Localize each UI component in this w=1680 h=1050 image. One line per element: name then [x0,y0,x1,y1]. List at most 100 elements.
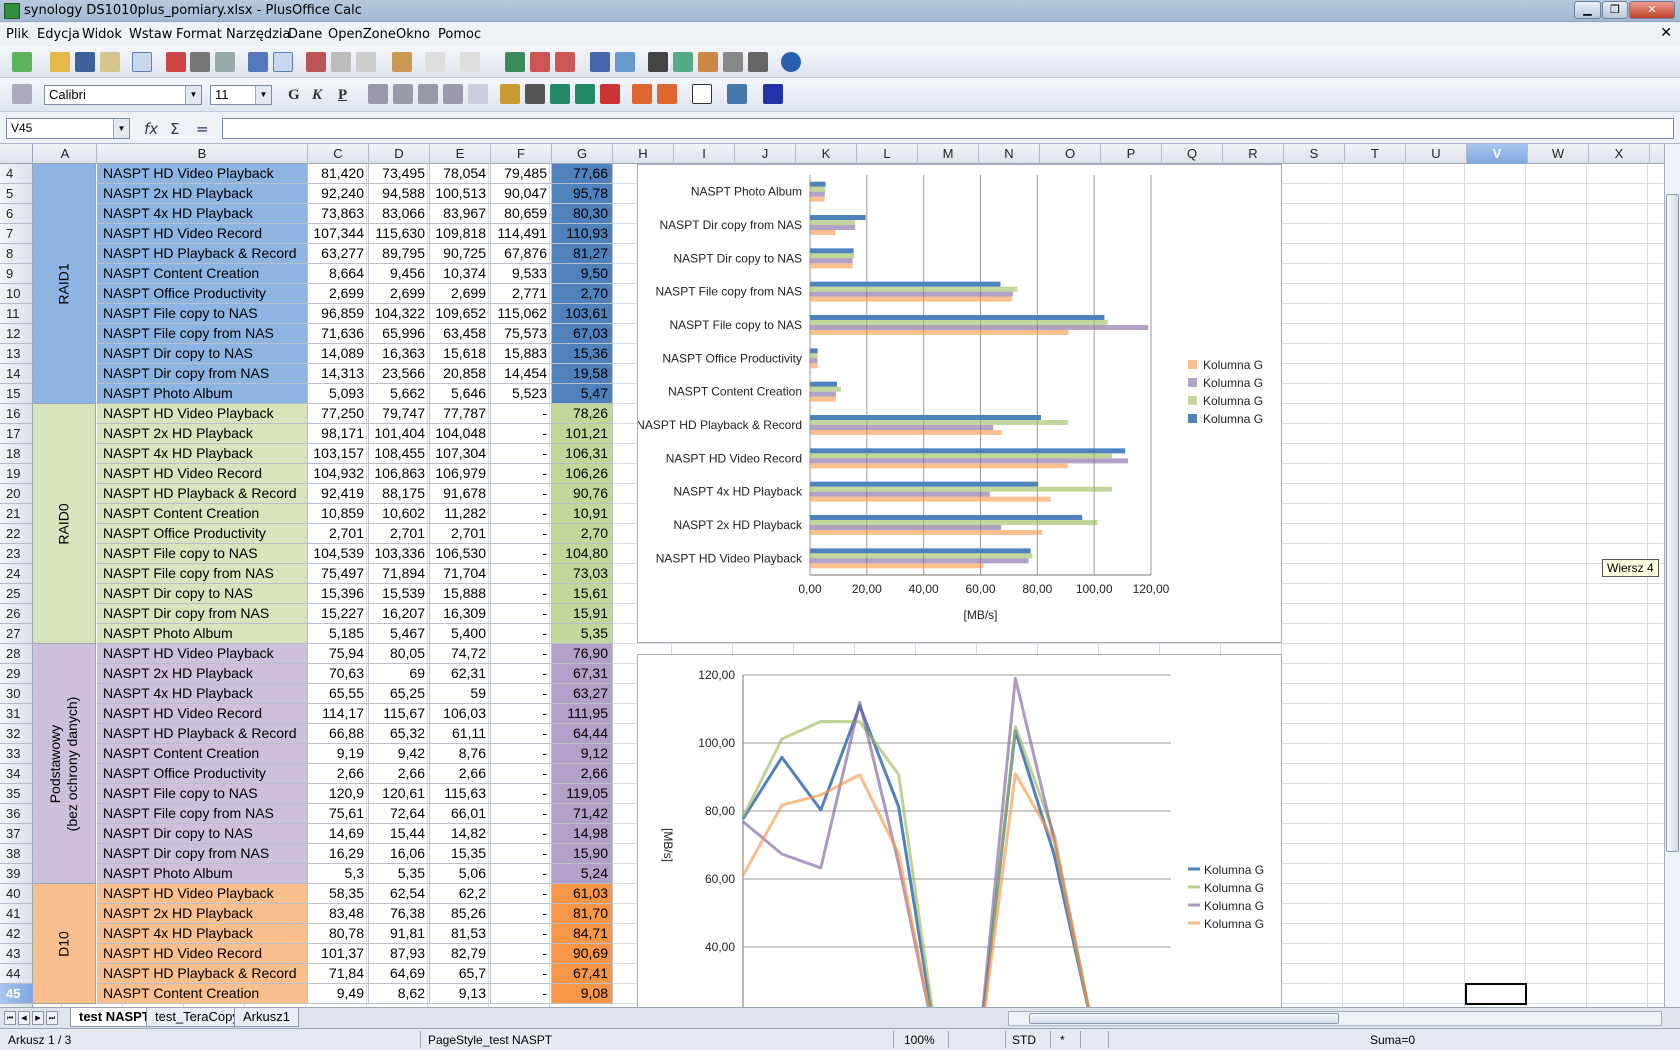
format-paintbrush-icon[interactable] [392,52,412,72]
table-cell[interactable]: 64,44 [552,724,613,744]
table-cell[interactable]: 90,047 [491,184,552,204]
table-cell[interactable]: 71,636 [308,324,369,344]
group-cell[interactable]: RAID1 [33,164,96,404]
row-header[interactable]: 14 [0,364,33,384]
align-center-icon[interactable] [393,84,413,104]
group-cell[interactable]: D10 [33,884,96,1004]
row-header[interactable]: 24 [0,564,33,584]
table-cell[interactable]: 23,566 [369,364,430,384]
table-cell[interactable]: 15,36 [552,344,613,364]
table-cell[interactable]: 81,27 [552,244,613,264]
column-header-v[interactable]: V [1467,144,1528,164]
table-cell[interactable]: 81,53 [430,924,491,944]
table-cell[interactable]: 9,456 [369,264,430,284]
table-cell[interactable]: - [491,524,552,544]
table-cell[interactable]: 104,048 [430,424,491,444]
table-cell[interactable]: 8,664 [308,264,369,284]
row-header[interactable]: 41 [0,904,33,924]
table-cell[interactable]: 64,69 [369,964,430,984]
table-cell[interactable]: 16,29 [308,844,369,864]
formula-icon[interactable]: = [196,120,209,138]
table-cell[interactable]: 15,35 [430,844,491,864]
hyperlink-icon[interactable] [505,52,525,72]
table-cell[interactable]: 5,185 [308,624,369,644]
row-header[interactable]: 11 [0,304,33,324]
column-header-j[interactable]: J [735,144,796,164]
table-cell[interactable]: 71,704 [430,564,491,584]
row-header[interactable]: 29 [0,664,33,684]
table-cell[interactable]: 5,35 [369,864,430,884]
row-header[interactable]: 39 [0,864,33,884]
table-cell[interactable]: 73,863 [308,204,369,224]
table-cell[interactable]: 14,089 [308,344,369,364]
row-header[interactable]: 13 [0,344,33,364]
table-cell[interactable]: 106,26 [552,464,613,484]
table-cell[interactable]: - [491,544,552,564]
table-cell[interactable]: 63,277 [308,244,369,264]
table-cell[interactable]: NASPT Dir copy to NAS [97,824,308,844]
zoom-icon[interactable] [748,52,768,72]
table-cell[interactable]: 5,093 [308,384,369,404]
select-all-corner[interactable] [0,144,33,164]
table-cell[interactable]: 14,69 [308,824,369,844]
table-cell[interactable]: 2,66 [369,764,430,784]
table-cell[interactable]: 107,344 [308,224,369,244]
table-cell[interactable]: - [491,424,552,444]
menu-openzone[interactable]: OpenZone [328,27,396,42]
table-cell[interactable]: 84,71 [552,924,613,944]
bar-chart[interactable]: 0,00 20,00 40,00 60,00 80,00 100,00 120,00 NASP… [636,164,1282,643]
draw-functions-icon[interactable] [615,52,635,72]
new-icon[interactable] [12,52,32,72]
table-cell[interactable]: 79,747 [369,404,430,424]
table-cell[interactable]: 104,80 [552,544,613,564]
row-header[interactable]: 9 [0,264,33,284]
copy-icon[interactable] [331,52,351,72]
column-header-k[interactable]: K [796,144,857,164]
table-cell[interactable]: 71,84 [308,964,369,984]
cut-icon[interactable] [306,52,326,72]
table-cell[interactable]: - [491,924,552,944]
table-cell[interactable]: 90,69 [552,944,613,964]
chevron-down-icon[interactable]: ▼ [113,119,129,138]
column-header-f[interactable]: F [491,144,552,164]
email-icon[interactable] [100,52,120,72]
table-cell[interactable]: 67,03 [552,324,613,344]
print-preview-icon[interactable] [215,52,235,72]
table-cell[interactable]: 61,11 [430,724,491,744]
table-cell[interactable]: 67,41 [552,964,613,984]
table-cell[interactable]: 2,771 [491,284,552,304]
table-cell[interactable]: 106,530 [430,544,491,564]
table-cell[interactable]: 104,539 [308,544,369,564]
table-cell[interactable]: 103,61 [552,304,613,324]
add-decimal-icon[interactable] [575,84,595,104]
currency-format-icon[interactable] [500,84,520,104]
menu-edycja[interactable]: Edycja [37,27,80,42]
row-header[interactable]: 7 [0,224,33,244]
row-header[interactable]: 18 [0,444,33,464]
table-cell[interactable]: 61,03 [552,884,613,904]
column-header-h[interactable]: H [613,144,674,164]
table-cell[interactable]: 10,374 [430,264,491,284]
table-cell[interactable]: - [491,484,552,504]
table-cell[interactable]: 14,98 [552,824,613,844]
table-cell[interactable]: 15,618 [430,344,491,364]
menu-wstaw[interactable]: Wstaw [129,27,172,42]
table-cell[interactable]: NASPT File copy from NAS [97,564,308,584]
table-cell[interactable]: 101,21 [552,424,613,444]
table-cell[interactable]: NASPT HD Playback & Record [97,244,308,264]
paste-icon[interactable] [356,52,376,72]
row-header[interactable]: 10 [0,284,33,304]
table-cell[interactable]: 2,66 [308,764,369,784]
row-header[interactable]: 25 [0,584,33,604]
chevron-down-icon[interactable]: ▼ [185,86,201,104]
table-cell[interactable]: 106,979 [430,464,491,484]
table-cell[interactable]: NASPT HD Video Record [97,224,308,244]
table-cell[interactable]: 75,497 [308,564,369,584]
table-cell[interactable]: 91,678 [430,484,491,504]
table-cell[interactable]: NASPT Content Creation [97,504,308,524]
vertical-scroll-thumb[interactable] [1666,194,1679,852]
table-cell[interactable]: NASPT HD Video Record [97,944,308,964]
line-chart[interactable]: 20,0040,0060,0080,00100,00120,00[MB/s]Ko… [637,654,1282,1007]
table-cell[interactable]: 115,67 [369,704,430,724]
table-cell[interactable]: - [491,644,552,664]
